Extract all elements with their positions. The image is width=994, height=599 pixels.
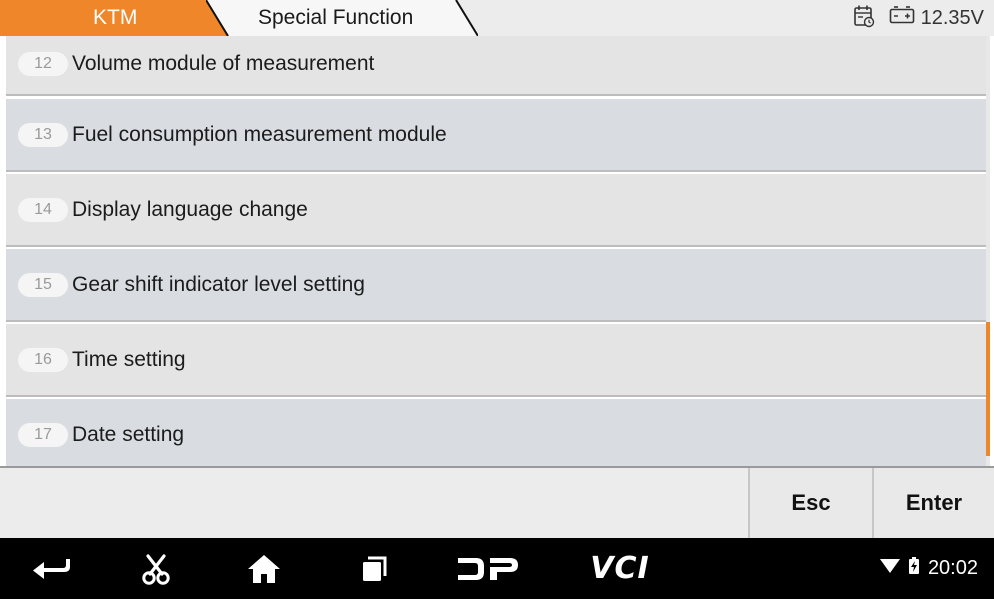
scrollbar[interactable]: [986, 36, 990, 468]
scissors-icon[interactable]: [132, 538, 180, 599]
list-item[interactable]: 15 Gear shift indicator level setting: [6, 249, 986, 322]
item-label: Fuel consumption measurement module: [72, 122, 447, 146]
list-item[interactable]: 13 Fuel consumption measurement module: [6, 99, 986, 172]
breadcrumb-current-label: Special Function: [258, 6, 414, 29]
list-item[interactable]: 14 Display language change: [6, 174, 986, 247]
action-bar: Esc Enter: [0, 468, 994, 538]
voltage-value: 12.35V: [920, 6, 984, 29]
clock-time: 20:02: [927, 557, 978, 579]
list-item[interactable]: 17 Date setting: [6, 399, 986, 468]
voltage-indicator: 12.35V: [889, 6, 984, 30]
esc-button[interactable]: Esc: [748, 468, 872, 538]
navigation-bar: VCI 20:02: [0, 538, 994, 599]
vci-label: VCI: [590, 551, 650, 586]
battery-status-icon: [908, 556, 920, 581]
item-index-badge: 17: [18, 422, 68, 447]
item-label: Time setting: [72, 347, 186, 371]
back-arrow-icon[interactable]: [28, 538, 76, 599]
item-label: Gear shift indicator level setting: [72, 272, 365, 296]
breadcrumb-current[interactable]: Special Function: [206, 0, 478, 36]
calendar-clock-icon: [853, 4, 875, 33]
vci-button[interactable]: VCI: [578, 538, 662, 599]
enter-button[interactable]: Enter: [872, 468, 994, 538]
breadcrumb-root[interactable]: KTM: [0, 0, 228, 36]
item-index-badge: 13: [18, 122, 68, 147]
function-list[interactable]: 12 Volume module of measurement 13 Fuel …: [0, 36, 994, 468]
home-icon[interactable]: [240, 538, 288, 599]
item-label: Display language change: [72, 197, 308, 221]
item-index-badge: 15: [18, 272, 68, 297]
list-item[interactable]: 12 Volume module of measurement: [6, 36, 986, 96]
item-index-badge: 14: [18, 197, 68, 222]
item-index-badge: 16: [18, 347, 68, 372]
battery-icon: [889, 6, 915, 30]
item-label: Date setting: [72, 422, 185, 446]
breadcrumb-root-label: KTM: [93, 6, 138, 29]
item-index-badge: 12: [18, 52, 68, 77]
list-item[interactable]: 16 Time setting: [6, 324, 986, 397]
scrollbar-thumb[interactable]: [986, 322, 990, 456]
item-label: Volume module of measurement: [72, 52, 375, 76]
system-status: 20:02: [879, 538, 978, 599]
recent-apps-icon[interactable]: [350, 538, 398, 599]
wifi-icon: [879, 557, 900, 580]
header-bar: KTM Special Function 12.35V: [0, 0, 994, 36]
dp-logo-icon[interactable]: [452, 538, 522, 599]
status-area: 12.35V: [853, 3, 984, 33]
